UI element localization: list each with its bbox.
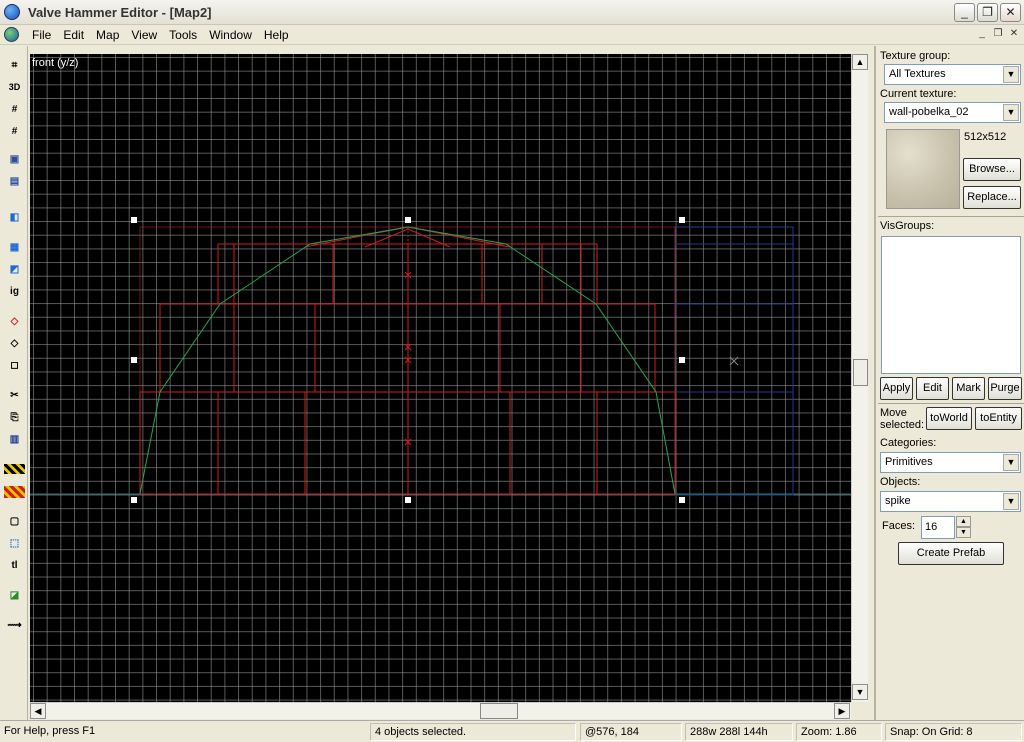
minimize-button[interactable]: _ [954, 3, 975, 22]
larger-grid-icon[interactable]: # [4, 122, 25, 141]
chevron-down-icon[interactable]: ▼ [1003, 104, 1019, 121]
status-position: @576, 184 [580, 723, 682, 741]
current-texture-select[interactable]: wall-pobelka_02 ▼ [884, 102, 1021, 123]
faces-input[interactable]: 16 [921, 516, 955, 539]
carve-icon[interactable]: ▦ [4, 238, 25, 257]
categories-select[interactable]: Primitives ▼ [880, 452, 1021, 473]
scroll-up-icon[interactable]: ▲ [852, 54, 868, 70]
faces-label: Faces: [882, 520, 916, 532]
texture-group-value: All Textures [889, 68, 946, 80]
menu-tools[interactable]: Tools [163, 28, 203, 42]
texture-group-label: Texture group: [880, 50, 951, 62]
status-size: 288w 288l 144h [685, 723, 793, 741]
horizontal-scroll-thumb[interactable] [480, 703, 518, 719]
objects-value: spike [885, 495, 911, 507]
hide-icon[interactable]: ◧ [4, 208, 25, 227]
front-viewport[interactable]: front (y/z) [30, 54, 851, 702]
menu-map[interactable]: Map [90, 28, 125, 42]
status-snap: Snap: On Grid: 8 [885, 723, 1022, 741]
close-button[interactable]: ✕ [1000, 3, 1021, 22]
status-zoom: Zoom: 1.86 [796, 723, 882, 741]
brush-icon[interactable]: ◻ [4, 356, 25, 375]
document-icon[interactable] [4, 27, 19, 42]
grid-icon[interactable]: ⌗ [4, 56, 25, 75]
scroll-down-icon[interactable]: ▼ [852, 684, 868, 700]
decal-icon[interactable] [4, 486, 25, 498]
purge-button[interactable]: Purge [988, 377, 1022, 400]
brush-drawing [30, 217, 851, 503]
texture-group-select[interactable]: All Textures ▼ [884, 64, 1021, 85]
move-label-2: selected: [880, 419, 925, 431]
menu-bar: File Edit Map View Tools Window Help _ ❐… [0, 25, 1024, 45]
status-help: For Help, press F1 [4, 725, 96, 737]
chevron-down-icon[interactable]: ▼ [1003, 493, 1019, 510]
edit-button[interactable]: Edit [916, 377, 949, 400]
paste-icon[interactable]: ▥ [4, 430, 25, 449]
window-title: Valve Hammer Editor - [Map2] [28, 5, 212, 20]
entity-icon[interactable]: ◪ [4, 586, 25, 605]
smaller-grid-icon[interactable]: # [4, 100, 25, 119]
ignore-groups-icon[interactable]: ig [4, 282, 25, 301]
categories-label: Categories: [880, 437, 937, 449]
texture-side-panel: Texture group: All Textures ▼ Current te… [874, 46, 1024, 720]
ungroup-icon[interactable]: ▤ [4, 172, 25, 191]
mark-button[interactable]: Mark [952, 377, 985, 400]
menu-edit[interactable]: Edit [57, 28, 90, 42]
select-red-icon[interactable]: ◇ [4, 312, 25, 331]
replace-button[interactable]: Replace... [963, 186, 1021, 209]
objects-select[interactable]: spike ▼ [880, 491, 1021, 512]
visgroups-label: VisGroups: [880, 220, 935, 232]
maximize-button[interactable]: ❐ [977, 3, 998, 22]
chevron-down-icon[interactable]: ▼ [1003, 66, 1019, 83]
current-texture-label: Current texture: [880, 88, 957, 100]
panel-divider [878, 403, 1024, 404]
texture-lock-icon[interactable] [4, 464, 25, 474]
menu-window[interactable]: Window [203, 28, 258, 42]
3d-grid-icon[interactable]: 3D [4, 78, 25, 97]
apply-button[interactable]: Apply [880, 377, 913, 400]
title-bar: Valve Hammer Editor - [Map2] _ ❐ ✕ [0, 0, 1024, 25]
categories-value: Primitives [885, 456, 933, 468]
texture-preview [886, 129, 960, 209]
menu-view[interactable]: View [125, 28, 163, 42]
copy-icon[interactable]: ⎘ [4, 408, 25, 427]
chevron-down-icon[interactable]: ▼ [1003, 454, 1019, 471]
browse-button[interactable]: Browse... [963, 158, 1021, 181]
create-prefab-button[interactable]: Create Prefab [898, 542, 1004, 565]
group-icon[interactable]: ▣ [4, 150, 25, 169]
horizontal-scrollbar[interactable]: ◀ ▶ [30, 702, 851, 719]
spin-down-icon[interactable]: ▼ [956, 527, 971, 538]
objects-label: Objects: [880, 476, 921, 488]
cut-icon[interactable]: ✂ [4, 386, 25, 405]
scroll-left-icon[interactable]: ◀ [30, 703, 46, 719]
mdi-minimize-button[interactable]: _ [974, 28, 990, 42]
panel-divider [878, 216, 1024, 217]
menu-help[interactable]: Help [258, 28, 295, 42]
texture-size: 512x512 [964, 131, 1007, 143]
vertical-scroll-thumb[interactable] [853, 359, 868, 386]
hammer-app-icon [4, 4, 20, 20]
vertical-scrollbar[interactable]: ▲ ▼ [851, 54, 868, 702]
mdi-restore-button[interactable]: ❐ [990, 28, 1006, 42]
menu-file[interactable]: File [26, 28, 57, 42]
map-tools-toolbar: ⌗ 3D # # ▣ ▤ ◧ ▦ ◩ ig ◇ ◇ ◻ ✂ ⎘ ▥ ▢ ⬚ tl… [0, 46, 28, 720]
to-world-button[interactable]: toWorld [926, 407, 972, 430]
scroll-right-icon[interactable]: ▶ [834, 703, 850, 719]
select-tool-icon[interactable]: ▢ [4, 512, 25, 531]
mdi-close-button[interactable]: ✕ [1006, 28, 1022, 42]
visgroups-list[interactable] [881, 236, 1021, 374]
to-entity-button[interactable]: toEntity [975, 407, 1022, 430]
selection-tool-icon[interactable]: ⬚ [4, 534, 25, 553]
clip-icon[interactable]: ◩ [4, 260, 25, 279]
status-selection: 4 objects selected. [370, 723, 576, 741]
current-texture-value: wall-pobelka_02 [889, 106, 969, 118]
move-label-1: Move [880, 407, 907, 419]
morph-icon[interactable]: ◇ [4, 334, 25, 353]
spin-up-icon[interactable]: ▲ [956, 516, 971, 527]
text-icon[interactable]: tl [4, 556, 25, 575]
path-icon[interactable]: ⟿ [4, 616, 25, 635]
status-bar: For Help, press F1 4 objects selected. @… [0, 720, 1024, 742]
